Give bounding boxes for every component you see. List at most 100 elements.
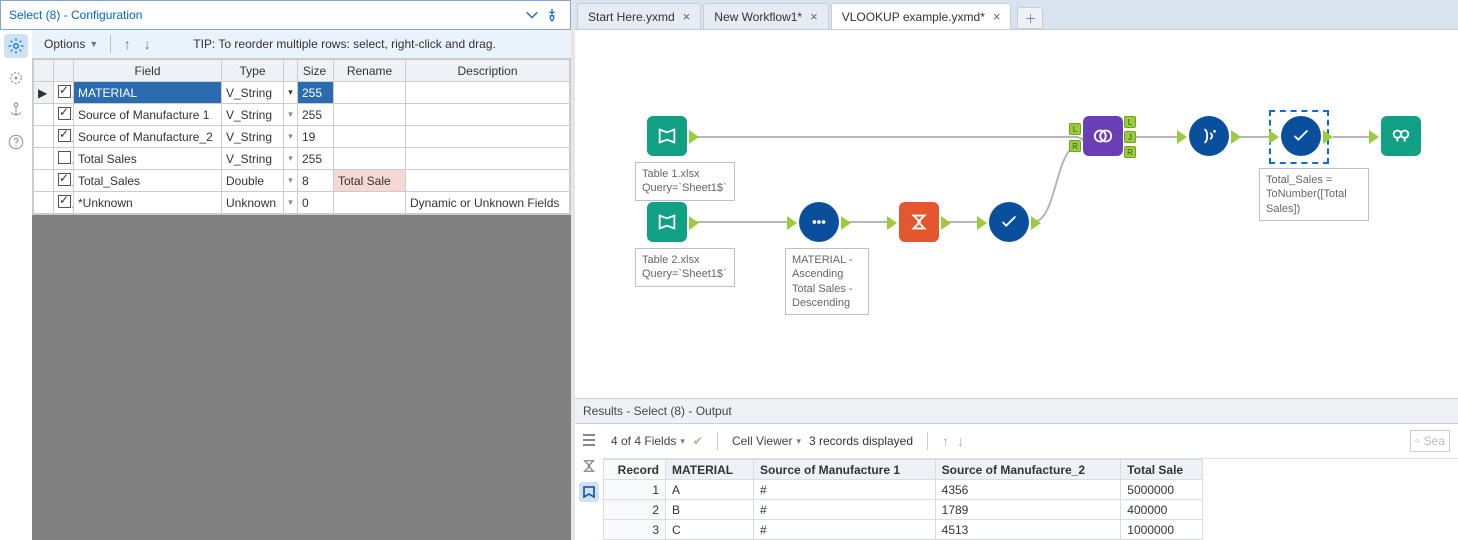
field-type[interactable]: V_String (222, 126, 284, 148)
results-table[interactable]: RecordMATERIALSource of Manufacture 1Sou… (603, 459, 1458, 540)
geometry-icon[interactable] (579, 482, 599, 502)
field-size[interactable]: 255 (298, 148, 334, 170)
results-row[interactable]: 3C#45131000000 (604, 520, 1203, 540)
tool-formula[interactable] (1189, 116, 1229, 156)
workflow-tab[interactable]: Start Here.yxmd× (577, 3, 701, 29)
type-dropdown[interactable]: ▾ (284, 192, 298, 214)
join-anchor-right[interactable]: R (1069, 140, 1081, 152)
field-size[interactable]: 0 (298, 192, 334, 214)
field-name[interactable]: Source of Manufacture_2 (74, 126, 222, 148)
field-rename[interactable] (334, 192, 406, 214)
field-description[interactable] (406, 170, 570, 192)
results-cell[interactable]: 4513 (935, 520, 1121, 540)
field-type[interactable]: Unknown (222, 192, 284, 214)
tool-summarize[interactable] (899, 202, 939, 242)
type-dropdown[interactable]: ▾ (284, 148, 298, 170)
tool-join[interactable] (1083, 116, 1123, 156)
target-icon[interactable] (4, 66, 28, 90)
field-type[interactable]: V_String (222, 148, 284, 170)
close-icon[interactable]: × (810, 9, 818, 24)
checkbox[interactable] (58, 129, 71, 142)
next-button[interactable]: ↓ (957, 433, 964, 449)
col-field[interactable]: Field (74, 60, 222, 82)
field-type[interactable]: V_String (222, 104, 284, 126)
field-rename[interactable]: Total Sale (334, 170, 406, 192)
port-out[interactable] (1231, 130, 1241, 144)
field-type[interactable]: Double (222, 170, 284, 192)
tool-select-selected[interactable] (1281, 116, 1321, 156)
results-cell[interactable]: B (666, 500, 754, 520)
results-row[interactable]: 1A#43565000000 (604, 480, 1203, 500)
port-in[interactable] (1177, 130, 1187, 144)
field-description[interactable]: Dynamic or Unknown Fields (406, 192, 570, 214)
tool-input-table2[interactable] (647, 202, 687, 242)
port-in[interactable] (1369, 130, 1379, 144)
field-rename[interactable] (334, 104, 406, 126)
table-row[interactable]: Total_SalesDouble▾8Total Sale (34, 170, 570, 192)
field-name[interactable]: Total_Sales (74, 170, 222, 192)
port-out[interactable] (689, 216, 699, 230)
new-tab-button[interactable]: ＋ (1017, 7, 1043, 29)
anchor-icon[interactable] (4, 98, 28, 122)
checkbox[interactable] (58, 195, 71, 208)
field-description[interactable] (406, 126, 570, 148)
results-search[interactable]: Sea (1410, 430, 1450, 452)
tool-select[interactable] (989, 202, 1029, 242)
checkbox[interactable] (58, 85, 71, 98)
field-size[interactable]: 255 (298, 82, 334, 104)
results-cell[interactable]: 1 (604, 480, 666, 500)
results-cell[interactable]: # (753, 480, 935, 500)
results-cell[interactable]: 2 (604, 500, 666, 520)
port-out[interactable] (841, 216, 851, 230)
results-cell[interactable]: # (753, 500, 935, 520)
collapse-button[interactable] (522, 5, 542, 25)
options-dropdown[interactable]: Options ▼ (38, 35, 104, 53)
col-description[interactable]: Description (406, 60, 570, 82)
workflow-tab[interactable]: VLOOKUP example.yxmd*× (831, 3, 1012, 29)
results-cell[interactable]: 400000 (1121, 500, 1203, 520)
join-out-r[interactable]: R (1124, 146, 1136, 158)
field-description[interactable] (406, 82, 570, 104)
field-rename[interactable] (334, 148, 406, 170)
results-col[interactable]: Total Sale (1121, 460, 1203, 480)
results-cell[interactable]: 3 (604, 520, 666, 540)
tool-browse[interactable] (1381, 116, 1421, 156)
gear-icon[interactable] (4, 34, 28, 58)
col-size[interactable]: Size (298, 60, 334, 82)
field-description[interactable] (406, 104, 570, 126)
close-icon[interactable]: × (993, 9, 1001, 24)
results-row[interactable]: 2B#1789400000 (604, 500, 1203, 520)
field-name[interactable]: Source of Manufacture 1 (74, 104, 222, 126)
join-anchor-left[interactable]: L (1069, 123, 1081, 135)
port-in[interactable] (1269, 130, 1279, 144)
field-config-table[interactable]: Field Type Size Rename Description ▶MATE… (32, 58, 571, 215)
workflow-tab[interactable]: New Workflow1*× (703, 3, 828, 29)
results-col[interactable]: MATERIAL (666, 460, 754, 480)
col-rename[interactable]: Rename (334, 60, 406, 82)
tool-input-table1[interactable] (647, 116, 687, 156)
help-icon[interactable] (4, 130, 28, 154)
field-name[interactable]: MATERIAL (74, 82, 222, 104)
join-out-j[interactable]: J (1124, 131, 1136, 143)
checkbox[interactable] (58, 107, 71, 120)
results-cell[interactable]: A (666, 480, 754, 500)
workflow-canvas[interactable]: Table 1.xlsxQuery=`Sheet1$` L R L J R To… (575, 30, 1458, 398)
table-row[interactable]: Source of Manufacture 1V_String▾255 (34, 104, 570, 126)
col-type[interactable]: Type (222, 60, 284, 82)
pin-icon[interactable] (542, 5, 562, 25)
port-in[interactable] (887, 216, 897, 230)
field-size[interactable]: 255 (298, 104, 334, 126)
field-type[interactable]: V_String (222, 82, 284, 104)
checkbox[interactable] (58, 173, 71, 186)
results-col[interactable]: Source of Manufacture 1 (753, 460, 935, 480)
results-cell[interactable]: 5000000 (1121, 480, 1203, 500)
checkbox[interactable] (58, 151, 71, 164)
results-cell[interactable]: 1789 (935, 500, 1121, 520)
field-size[interactable]: 19 (298, 126, 334, 148)
port-out[interactable] (1031, 216, 1041, 230)
field-name[interactable]: *Unknown (74, 192, 222, 214)
port-out[interactable] (941, 216, 951, 230)
type-dropdown[interactable]: ▾ (284, 104, 298, 126)
table-row[interactable]: ▶MATERIALV_String▾255 (34, 82, 570, 104)
field-description[interactable] (406, 148, 570, 170)
